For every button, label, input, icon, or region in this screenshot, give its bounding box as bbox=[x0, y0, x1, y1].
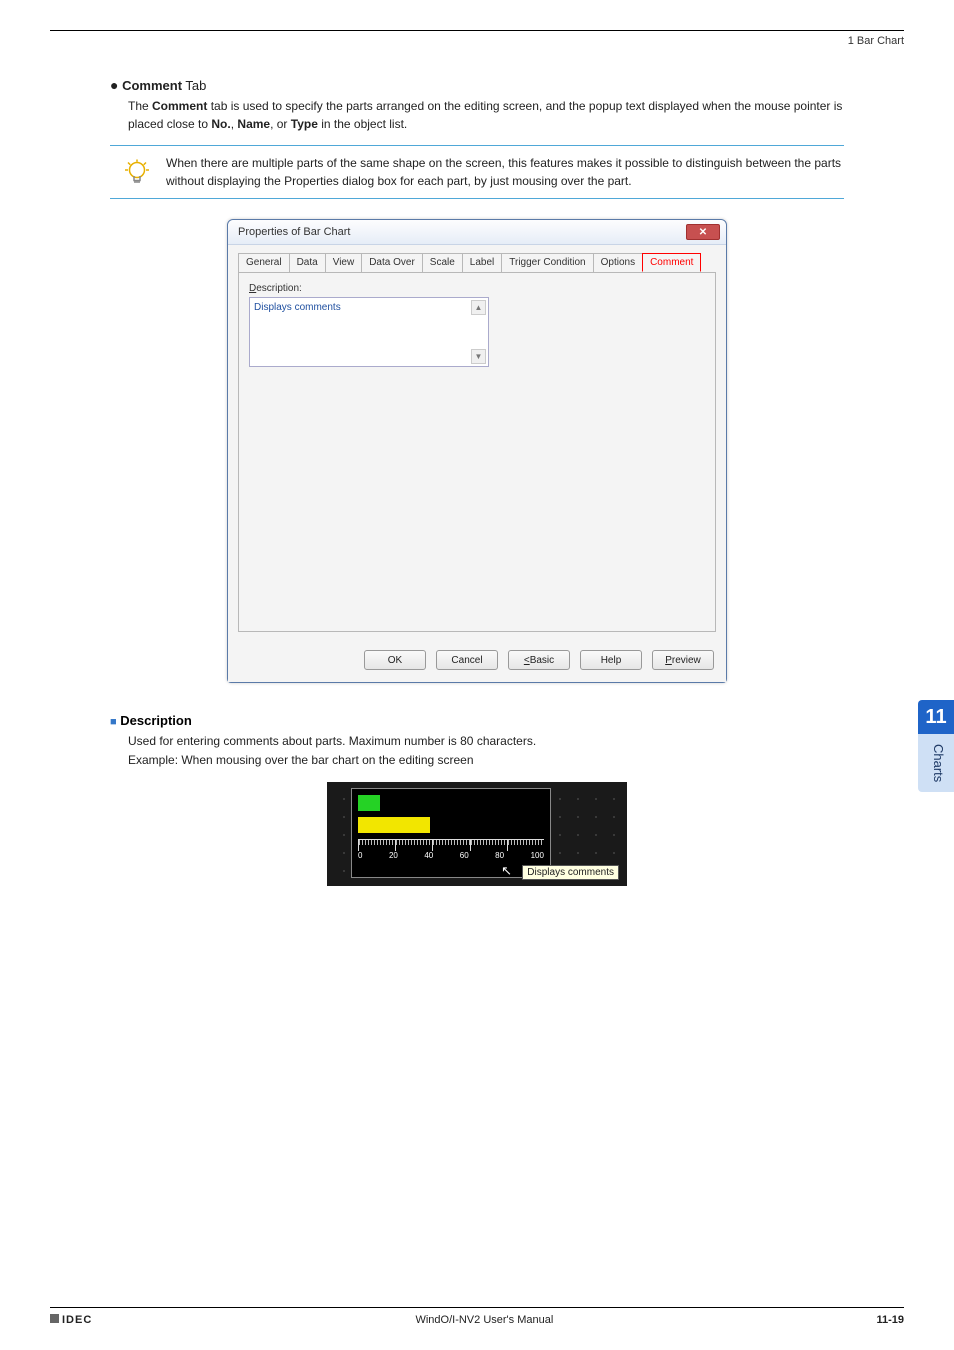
chapter-number: 11 bbox=[918, 700, 954, 734]
tab-data[interactable]: Data bbox=[289, 253, 326, 272]
description-label: Description: bbox=[249, 283, 705, 294]
page-footer: IDEC WindO/I-NV2 User's Manual 11-19 bbox=[50, 1307, 904, 1326]
intro-text: The Comment tab is used to specify the p… bbox=[128, 97, 844, 133]
section-title: ● Comment Tab bbox=[110, 77, 844, 93]
description-line2: Example: When mousing over the bar chart… bbox=[128, 751, 844, 770]
bar-1 bbox=[358, 795, 380, 811]
description-field[interactable]: Displays comments ▲ ▼ bbox=[249, 297, 489, 367]
dialog-title: Properties of Bar Chart bbox=[238, 226, 351, 238]
tab-general[interactable]: General bbox=[238, 253, 290, 272]
tab-comment[interactable]: Comment bbox=[642, 253, 701, 272]
preview-button[interactable]: Preview bbox=[652, 650, 714, 670]
close-button[interactable]: ✕ bbox=[686, 224, 720, 240]
description-heading: ■ Description bbox=[110, 713, 844, 728]
bar-2 bbox=[358, 817, 430, 833]
scroll-down-icon[interactable]: ▼ bbox=[471, 349, 486, 364]
description-line1: Used for entering comments about parts. … bbox=[128, 732, 844, 751]
properties-dialog: Properties of Bar Chart ✕ General Data V… bbox=[227, 219, 727, 683]
footer-manual: WindO/I-NV2 User's Manual bbox=[415, 1314, 553, 1326]
tab-label[interactable]: Label bbox=[462, 253, 502, 272]
ok-button[interactable]: OK bbox=[364, 650, 426, 670]
side-tab: 11 Charts bbox=[918, 700, 954, 792]
chapter-label: Charts bbox=[918, 734, 954, 792]
tip-callout: When there are multiple parts of the sam… bbox=[110, 145, 844, 199]
tab-strip: General Data View Data Over Scale Label … bbox=[238, 253, 716, 272]
example-editor: 0 20 40 60 80 100 ↖ Displays comments bbox=[327, 782, 627, 886]
header-section: 1 Bar Chart bbox=[50, 35, 904, 47]
help-button[interactable]: Help bbox=[580, 650, 642, 670]
description-value: Displays comments bbox=[254, 302, 341, 313]
tooltip: Displays comments bbox=[522, 865, 619, 880]
cancel-button[interactable]: Cancel bbox=[436, 650, 498, 670]
lightbulb-icon bbox=[122, 158, 152, 188]
tick-labels: 0 20 40 60 80 100 bbox=[358, 851, 544, 860]
ruler bbox=[358, 839, 544, 851]
tab-trigger[interactable]: Trigger Condition bbox=[501, 253, 593, 272]
square-bullet-icon: ■ bbox=[110, 716, 117, 728]
tab-panel: Description: Displays comments ▲ ▼ bbox=[238, 272, 716, 632]
close-icon: ✕ bbox=[699, 227, 707, 238]
cursor-icon: ↖ bbox=[501, 863, 512, 879]
scroll-up-icon[interactable]: ▲ bbox=[471, 300, 486, 315]
footer-brand: IDEC bbox=[50, 1314, 92, 1326]
bullet-icon: ● bbox=[110, 77, 118, 93]
tip-text: When there are multiple parts of the sam… bbox=[166, 154, 844, 190]
tab-scale[interactable]: Scale bbox=[422, 253, 463, 272]
tab-options[interactable]: Options bbox=[593, 253, 643, 272]
title-strong: Comment bbox=[122, 78, 182, 93]
tab-view[interactable]: View bbox=[325, 253, 363, 272]
title-suffix: Tab bbox=[182, 78, 206, 93]
footer-page: 11-19 bbox=[876, 1314, 904, 1326]
basic-button[interactable]: < Basic bbox=[508, 650, 570, 670]
bar-chart-part: 0 20 40 60 80 100 ↖ bbox=[351, 788, 551, 878]
tab-dataover[interactable]: Data Over bbox=[361, 253, 423, 272]
